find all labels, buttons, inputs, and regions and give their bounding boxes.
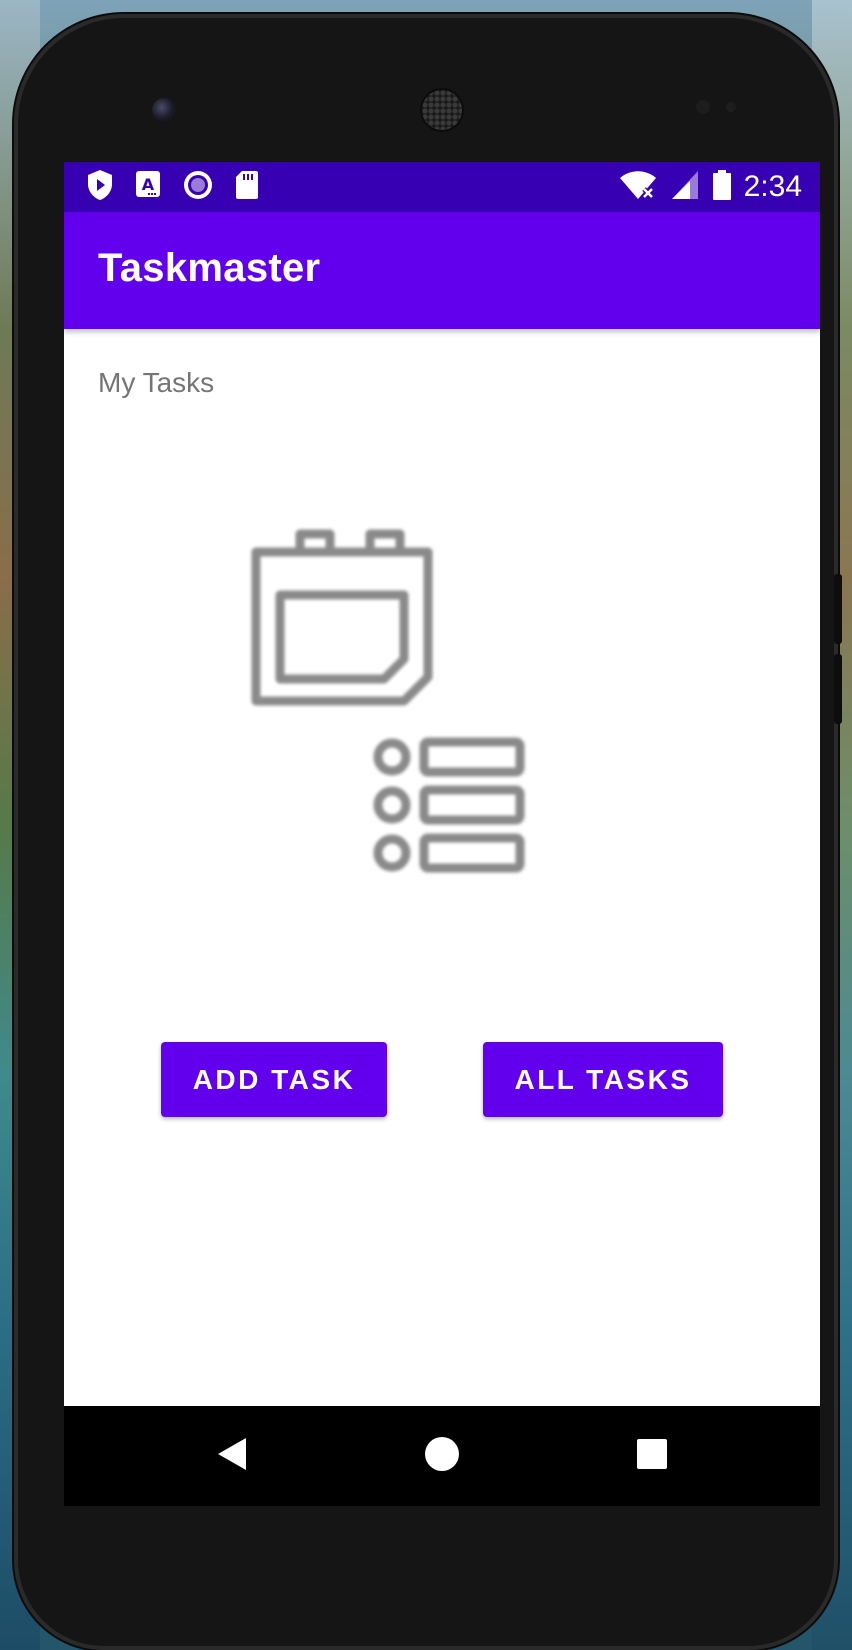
recents-square-icon <box>635 1437 669 1475</box>
status-bar: A 2:34 <box>64 162 820 212</box>
volume-up-button[interactable] <box>834 574 842 644</box>
sd-card-icon <box>234 169 260 205</box>
front-camera <box>152 98 176 122</box>
app-bar: Taskmaster <box>64 212 820 329</box>
proximity-sensor <box>696 100 710 114</box>
home-circle-icon <box>424 1436 460 1476</box>
calendar-task-list-icon <box>244 527 604 907</box>
home-button[interactable] <box>392 1406 492 1506</box>
status-notification-icons: A <box>86 169 260 205</box>
my-tasks-heading: My Tasks <box>98 367 215 398</box>
status-system-icons: 2:34 <box>618 162 802 212</box>
earpiece-speaker <box>422 90 462 130</box>
record-circle-icon <box>182 169 214 205</box>
recents-button[interactable] <box>602 1406 702 1506</box>
device-screen: A 2:34 Taskmaster My Tasks ADD TASK ALL … <box>64 162 820 1506</box>
svg-text:A: A <box>142 175 155 194</box>
back-button[interactable] <box>182 1406 282 1506</box>
app-title: Taskmaster <box>98 246 321 290</box>
all-tasks-button[interactable]: ALL TASKS <box>483 1042 723 1117</box>
battery-icon <box>712 169 732 205</box>
wifi-off-icon <box>618 169 658 205</box>
navigation-bar <box>64 1406 820 1506</box>
add-task-button[interactable]: ADD TASK <box>161 1042 387 1117</box>
phone-frame: A 2:34 Taskmaster My Tasks ADD TASK ALL … <box>14 14 842 1650</box>
play-protect-icon <box>86 169 114 205</box>
volume-down-button[interactable] <box>834 654 842 724</box>
cell-signal-icon <box>670 169 700 205</box>
light-sensor <box>726 102 736 112</box>
status-time: 2:34 <box>743 170 802 203</box>
font-a-icon: A <box>134 169 162 205</box>
back-triangle-icon <box>214 1436 250 1476</box>
